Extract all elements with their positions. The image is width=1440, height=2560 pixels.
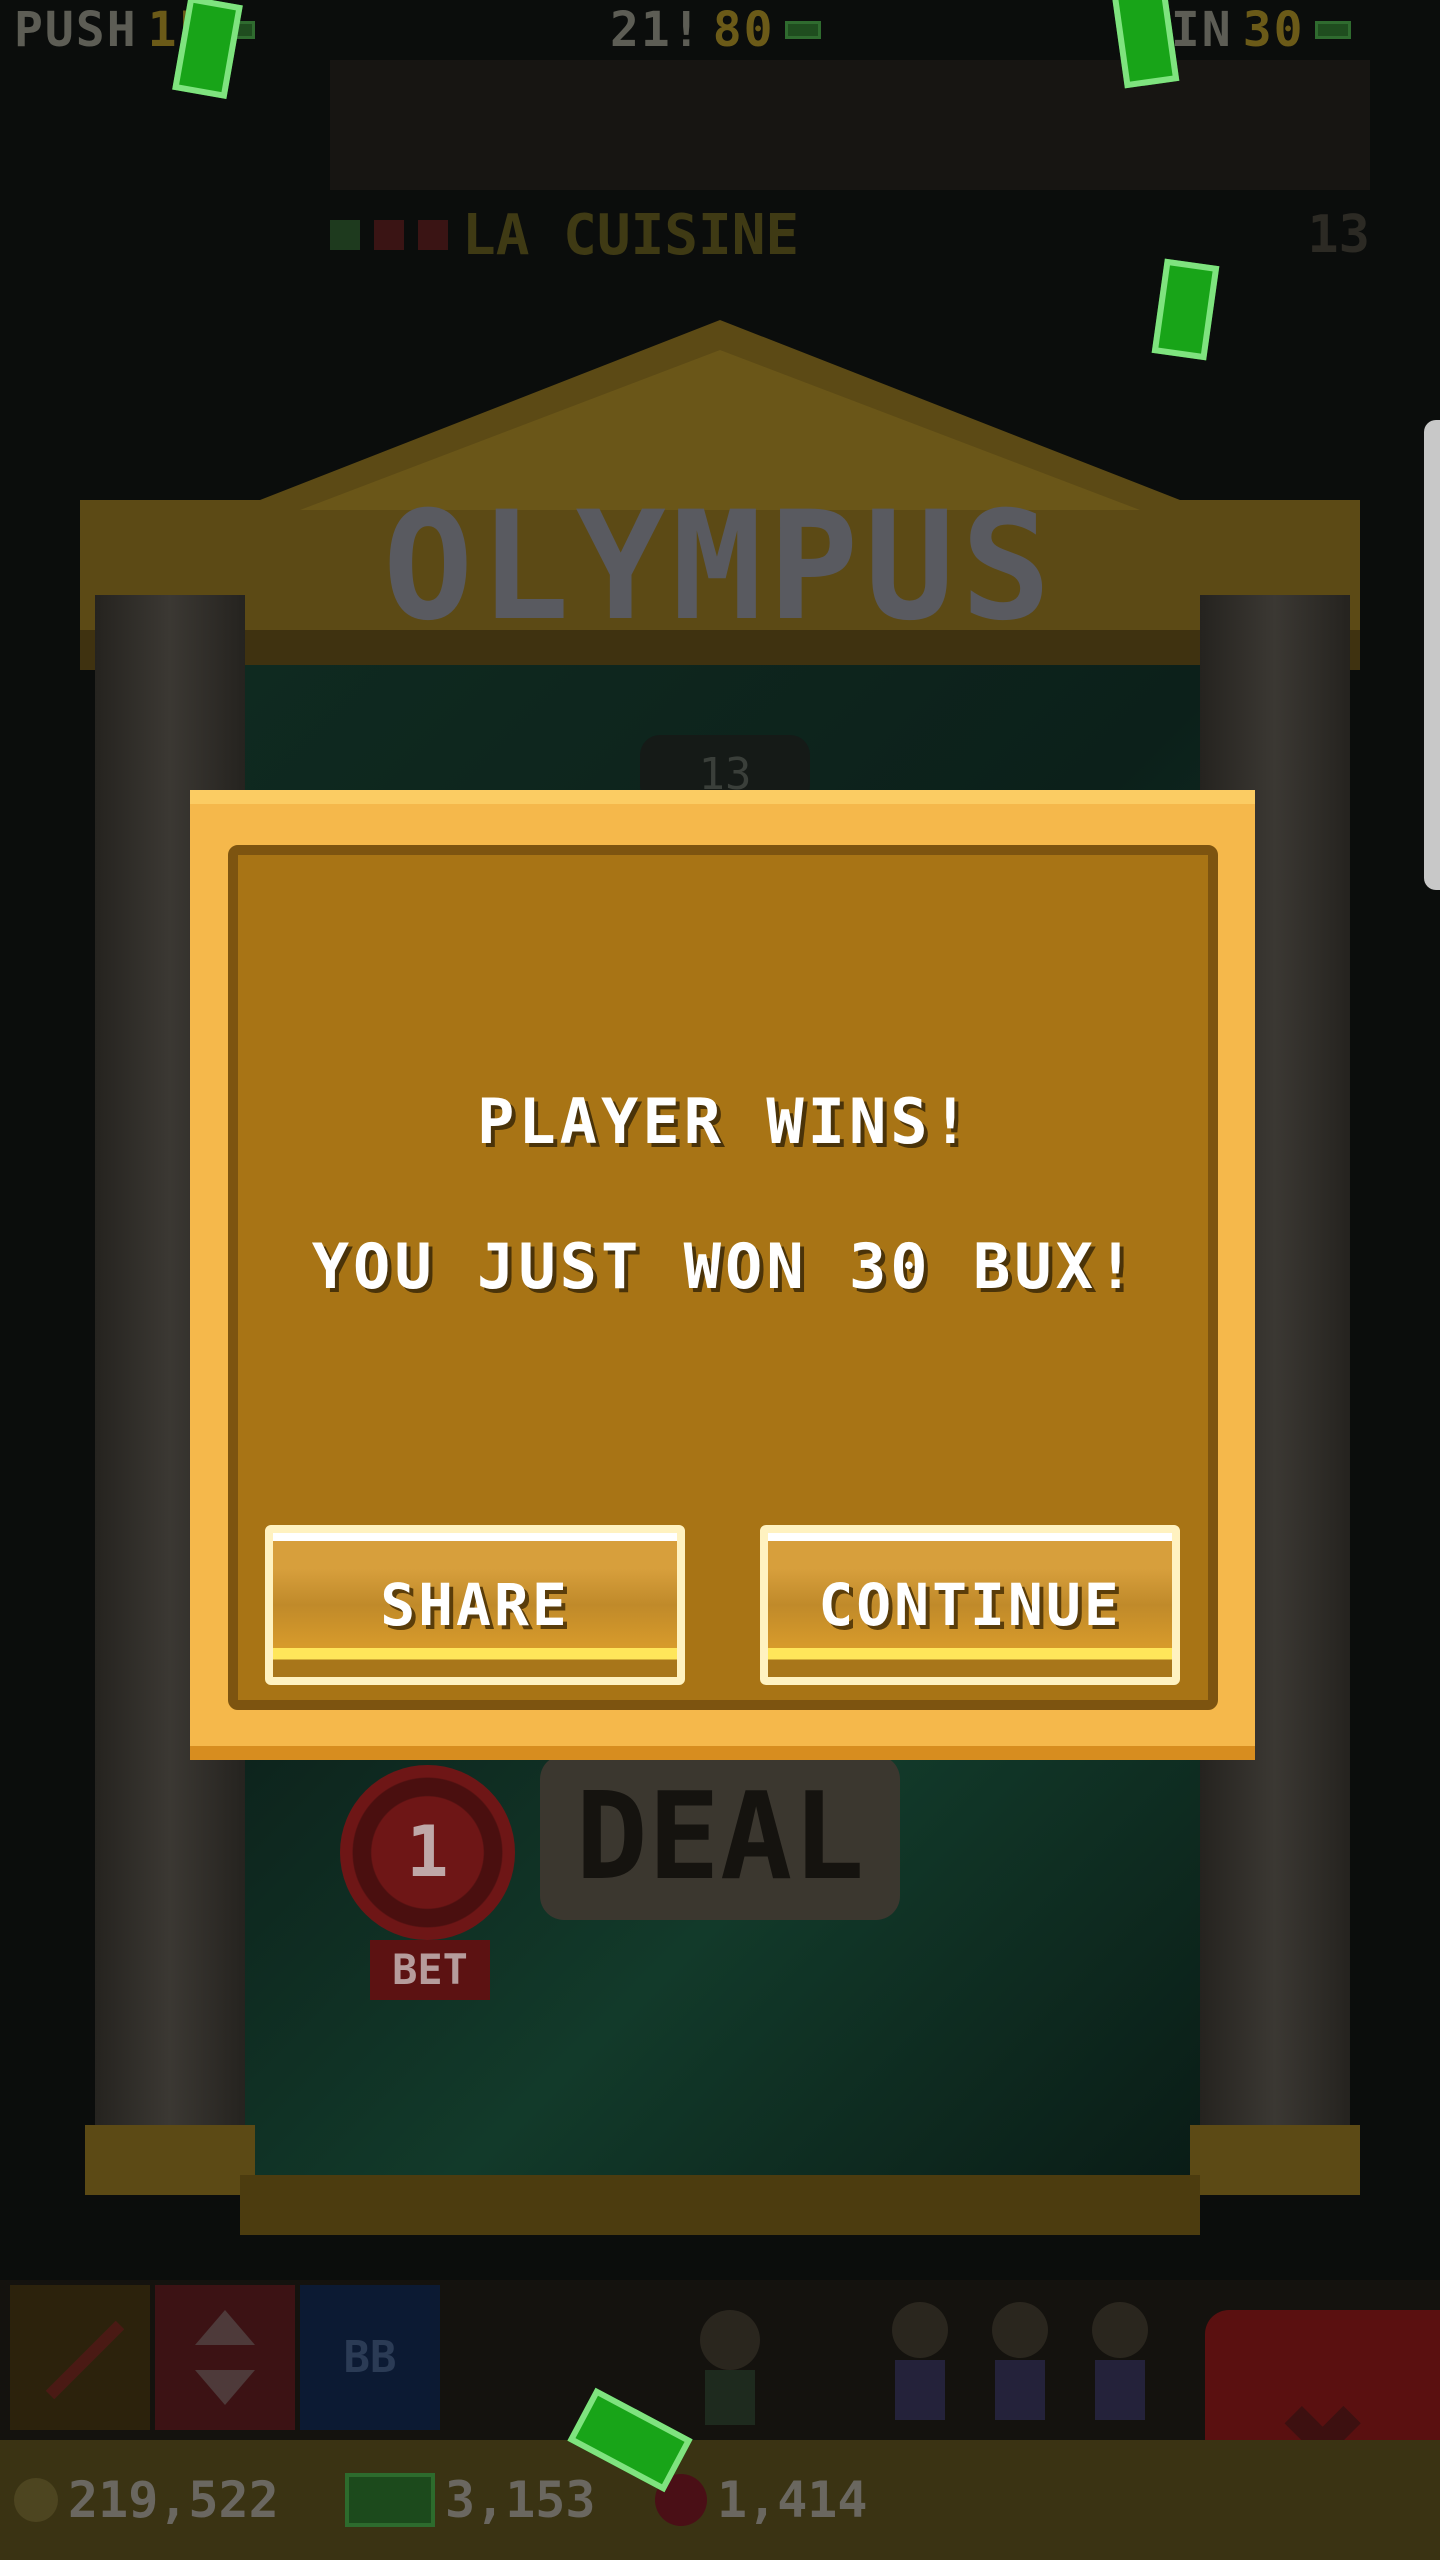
- floor-header: LA CUISINE 13: [330, 200, 1370, 270]
- bux-value: 3,153: [445, 2471, 596, 2529]
- right-column-capital: [1190, 525, 1360, 595]
- restaurant-name: LA CUISINE: [462, 202, 800, 268]
- deal-button[interactable]: DEAL: [540, 1755, 900, 1920]
- coins-counter: 219,522: [14, 2471, 279, 2529]
- right-column-base: [1190, 2125, 1360, 2195]
- blackjack-label: 21!: [610, 2, 703, 58]
- gems-value: 1,414: [717, 2471, 868, 2529]
- gems-counter: 1,414: [655, 2471, 868, 2529]
- up-down-arrows-icon: [195, 2310, 255, 2405]
- elevator-button[interactable]: [155, 2285, 295, 2430]
- continue-button[interactable]: CONTINUE: [760, 1525, 1180, 1685]
- bux-icon: [784, 21, 821, 39]
- bux-counter: 3,153: [345, 2471, 596, 2529]
- currency-bar: 219,522 3,153 1,414: [0, 2440, 1440, 2560]
- temple-title: OLYMPUS: [382, 480, 1058, 654]
- left-column-capital: [85, 525, 255, 595]
- win-value: 30: [1242, 2, 1305, 58]
- edge-panel-handle[interactable]: [1424, 420, 1440, 890]
- blackjack-value: 80: [712, 2, 775, 58]
- temple-base: [240, 2175, 1200, 2235]
- stock-icon: [418, 220, 448, 250]
- bet-chip[interactable]: 1: [340, 1765, 515, 1940]
- hammer-icon: [45, 2320, 125, 2400]
- blackjack-payout: 21! 80: [610, 2, 821, 58]
- push-label: PUSH: [14, 2, 138, 58]
- check-icon: [330, 220, 360, 250]
- bet-label: BET: [370, 1940, 490, 2000]
- dialog-message: YOU JUST WON 30 BUX!: [311, 1230, 1139, 1303]
- bux-icon: [1314, 21, 1351, 39]
- stock-icon: [374, 220, 404, 250]
- build-button[interactable]: [10, 2285, 150, 2430]
- dialog-title: PLAYER WINS!: [477, 1085, 973, 1158]
- bitizens-group: [700, 2302, 1148, 2425]
- floor-number: 13: [1307, 205, 1370, 265]
- tower-floor-above: [330, 60, 1370, 190]
- bux-icon: [345, 2473, 435, 2527]
- left-column-base: [85, 2125, 255, 2195]
- share-button[interactable]: SHARE: [265, 1525, 685, 1685]
- bitbook-button[interactable]: BB: [300, 2285, 440, 2430]
- coin-icon: [14, 2478, 58, 2522]
- coins-value: 219,522: [68, 2471, 279, 2529]
